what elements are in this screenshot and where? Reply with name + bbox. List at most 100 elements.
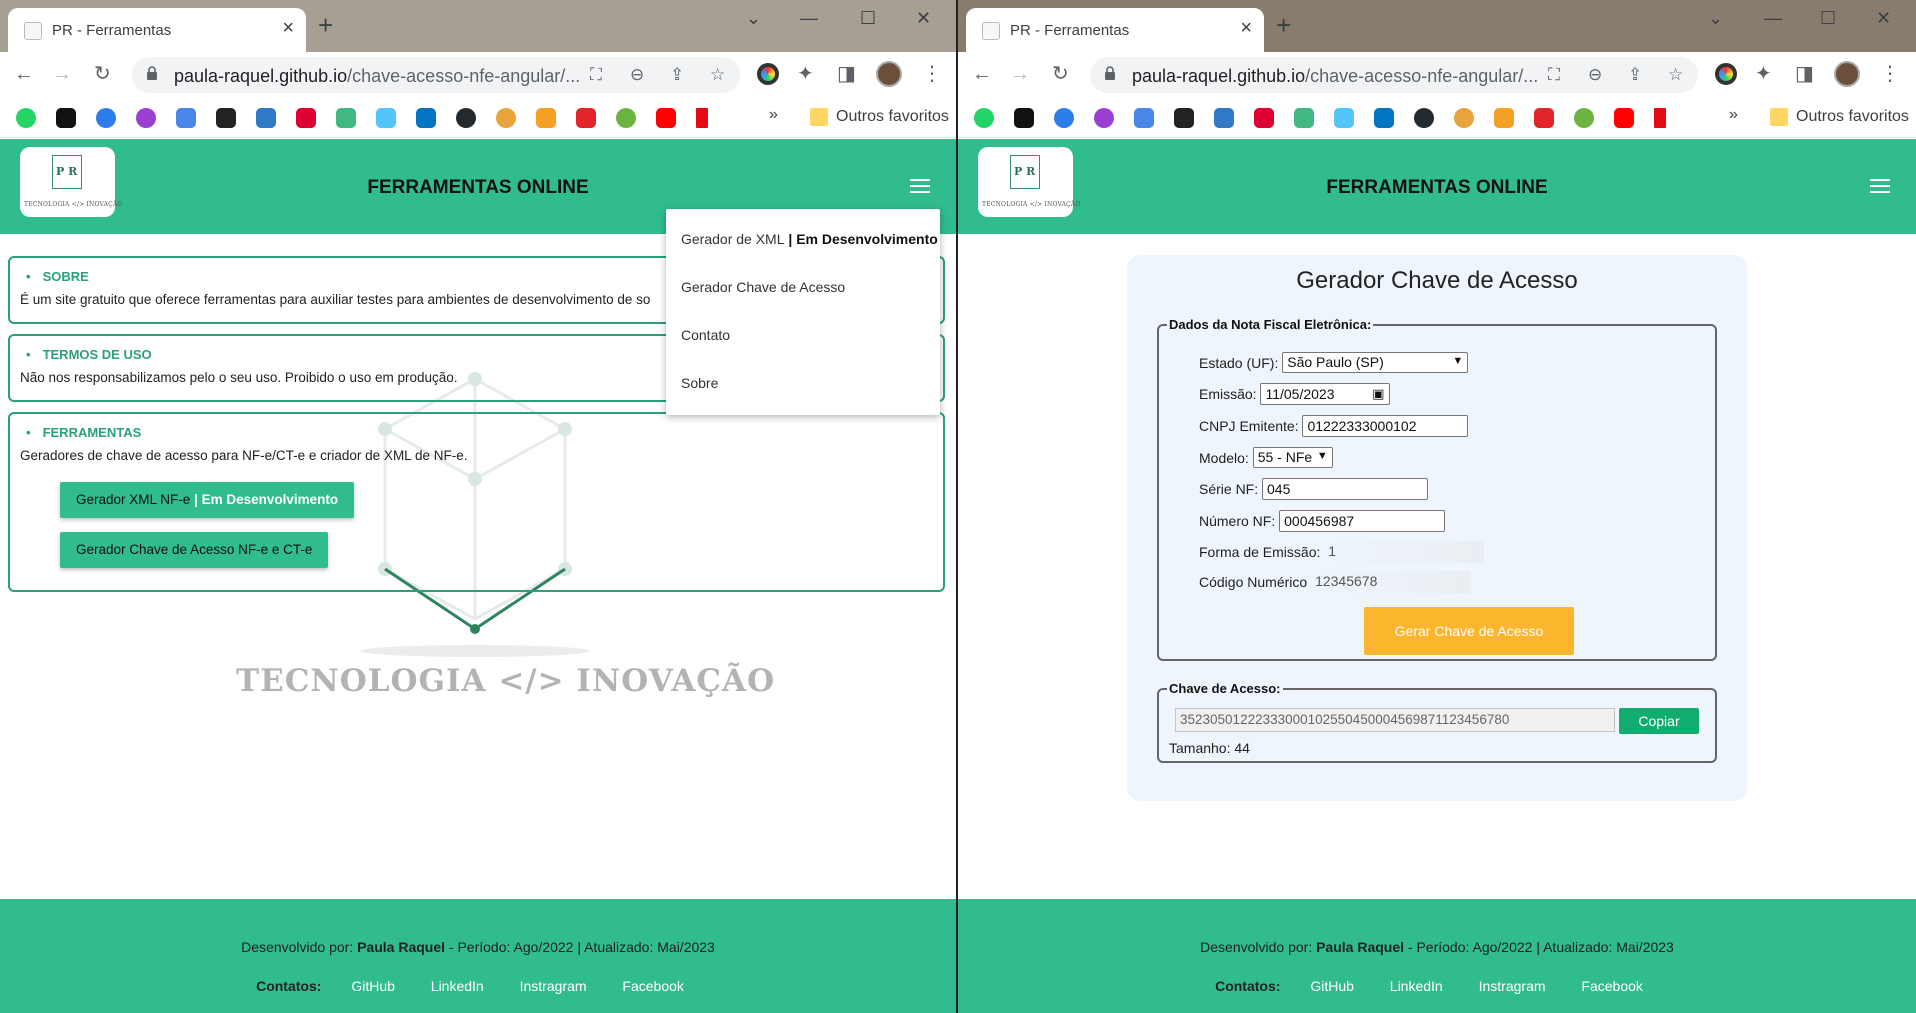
- browser-tab[interactable]: PR - Ferramentas ×: [8, 8, 306, 52]
- forward-icon[interactable]: →: [1010, 64, 1030, 84]
- spring-icon[interactable]: [616, 108, 636, 128]
- share-icon[interactable]: ⇪: [670, 65, 684, 85]
- hamburger-menu-icon[interactable]: [910, 179, 930, 195]
- google-translate-icon[interactable]: [176, 108, 196, 128]
- tab-search-icon[interactable]: ⌄: [746, 8, 761, 28]
- bookmark-blue-icon[interactable]: [96, 108, 116, 128]
- close-window-icon[interactable]: ✕: [916, 8, 931, 28]
- other-bookmarks[interactable]: Outros favoritos: [1796, 108, 1909, 126]
- menu-item-sobre[interactable]: Sobre: [681, 375, 718, 391]
- medium-icon[interactable]: [1174, 108, 1194, 128]
- new-tab-icon[interactable]: +: [318, 12, 333, 38]
- footer-link-instagram[interactable]: Instragram: [1479, 978, 1546, 994]
- emissao-date-input[interactable]: 11/05/2023 ▣: [1260, 383, 1391, 405]
- profile-avatar[interactable]: [876, 61, 902, 87]
- reload-icon[interactable]: ↻: [94, 64, 111, 84]
- numero-input[interactable]: 000456987: [1279, 510, 1446, 532]
- address-bar[interactable]: paula-raquel.github.io/chave-acesso-nfe-…: [1090, 57, 1698, 93]
- footer-link-linkedin[interactable]: LinkedIn: [1390, 978, 1443, 994]
- browser-tab[interactable]: PR - Ferramentas ×: [966, 8, 1264, 52]
- zoom-icon[interactable]: ⊖: [630, 65, 644, 85]
- netflix-icon[interactable]: [1654, 108, 1666, 128]
- tab-search-icon[interactable]: ⌄: [1708, 8, 1723, 28]
- close-tab-icon[interactable]: ×: [282, 18, 294, 38]
- forward-icon[interactable]: →: [52, 64, 72, 84]
- cnpj-input[interactable]: 01222333000102: [1302, 415, 1469, 437]
- footer-link-github[interactable]: GitHub: [1310, 978, 1354, 994]
- access-key-generator-button[interactable]: Gerador Chave de Acesso NF-e e CT-e: [60, 532, 329, 568]
- bookmark-multicolor-icon[interactable]: [496, 108, 516, 128]
- extensions-icon[interactable]: ✦: [797, 64, 814, 84]
- amazon-icon[interactable]: [56, 108, 76, 128]
- bookmark-star-icon[interactable]: ☆: [1668, 65, 1683, 85]
- bookmark-red-icon[interactable]: [576, 108, 596, 128]
- brave-icon[interactable]: [536, 108, 556, 128]
- github-icon[interactable]: [456, 108, 476, 128]
- github-icon[interactable]: [1414, 108, 1434, 128]
- zoom-icon[interactable]: ⊖: [1588, 65, 1602, 85]
- maximize-icon[interactable]: ☐: [1820, 8, 1836, 28]
- menu-kebab-icon[interactable]: ⋮: [922, 64, 942, 84]
- footer-link-github[interactable]: GitHub: [351, 978, 395, 994]
- close-window-icon[interactable]: ✕: [1876, 8, 1891, 28]
- translate-icon[interactable]: ⛶: [1548, 65, 1560, 85]
- udemy-icon[interactable]: [1094, 108, 1114, 128]
- angular-icon[interactable]: [1254, 108, 1274, 128]
- google-translate-icon[interactable]: [1134, 108, 1154, 128]
- bookmark-star-icon[interactable]: ☆: [710, 65, 725, 85]
- xml-generator-button[interactable]: Gerador XML NF-e | Em Desenvolvimento: [60, 482, 355, 518]
- dart-icon[interactable]: [1374, 108, 1394, 128]
- menu-item-contato[interactable]: Contato: [681, 327, 730, 343]
- footer-link-instagram[interactable]: Instragram: [520, 978, 587, 994]
- dart-icon[interactable]: [416, 108, 436, 128]
- hamburger-menu-icon[interactable]: [1870, 179, 1890, 195]
- minimize-icon[interactable]: —: [1764, 8, 1782, 28]
- more-bookmarks-icon[interactable]: »: [769, 106, 778, 124]
- extensions-icon[interactable]: ✦: [1755, 64, 1772, 84]
- close-tab-icon[interactable]: ×: [1240, 18, 1252, 38]
- minimize-icon[interactable]: —: [800, 8, 818, 28]
- calendar-icon[interactable]: ▣: [1372, 386, 1384, 402]
- typescript-icon[interactable]: [1214, 108, 1234, 128]
- brave-icon[interactable]: [1494, 108, 1514, 128]
- menu-kebab-icon[interactable]: ⋮: [1880, 64, 1900, 84]
- profile-avatar[interactable]: [1834, 61, 1860, 87]
- angular-icon[interactable]: [296, 108, 316, 128]
- generate-key-button[interactable]: Gerar Chave de Acesso: [1364, 607, 1574, 655]
- color-picker-extension-icon[interactable]: [1715, 63, 1737, 85]
- share-icon[interactable]: ⇪: [1628, 65, 1642, 85]
- address-bar[interactable]: paula-raquel.github.io/chave-acesso-nfe-…: [132, 57, 740, 93]
- modelo-select[interactable]: 55 - NFe ▼: [1252, 447, 1333, 468]
- back-icon[interactable]: ←: [972, 64, 992, 84]
- copy-button[interactable]: Copiar: [1619, 708, 1699, 734]
- menu-item-xml[interactable]: Gerador de XML | Em Desenvolvimento: [681, 231, 938, 247]
- vue-icon[interactable]: [336, 108, 356, 128]
- access-key-output[interactable]: 3523050122233300010255045000456987112345…: [1175, 708, 1615, 732]
- youtube-icon[interactable]: [1614, 108, 1634, 128]
- youtube-icon[interactable]: [656, 108, 676, 128]
- reload-icon[interactable]: ↻: [1052, 64, 1069, 84]
- bookmark-red-icon[interactable]: [1534, 108, 1554, 128]
- amazon-icon[interactable]: [1014, 108, 1034, 128]
- more-bookmarks-icon[interactable]: »: [1729, 106, 1738, 124]
- new-tab-icon[interactable]: +: [1276, 12, 1291, 38]
- side-panel-icon[interactable]: ◨: [837, 64, 856, 84]
- back-icon[interactable]: ←: [14, 64, 34, 84]
- footer-link-linkedin[interactable]: LinkedIn: [431, 978, 484, 994]
- netflix-icon[interactable]: [696, 108, 708, 128]
- maximize-icon[interactable]: ☐: [860, 8, 876, 28]
- flutter-icon[interactable]: [376, 108, 396, 128]
- bookmark-blue-icon[interactable]: [1054, 108, 1074, 128]
- flutter-icon[interactable]: [1334, 108, 1354, 128]
- bookmark-multicolor-icon[interactable]: [1454, 108, 1474, 128]
- estado-select[interactable]: São Paulo (SP) ▼: [1282, 352, 1469, 373]
- serie-input[interactable]: 045: [1262, 478, 1429, 500]
- footer-link-facebook[interactable]: Facebook: [1581, 978, 1642, 994]
- menu-item-chave[interactable]: Gerador Chave de Acesso: [681, 279, 845, 295]
- whatsapp-icon[interactable]: [974, 108, 994, 128]
- side-panel-icon[interactable]: ◨: [1795, 64, 1814, 84]
- udemy-icon[interactable]: [136, 108, 156, 128]
- typescript-icon[interactable]: [256, 108, 276, 128]
- translate-icon[interactable]: ⛶: [590, 65, 602, 85]
- spring-icon[interactable]: [1574, 108, 1594, 128]
